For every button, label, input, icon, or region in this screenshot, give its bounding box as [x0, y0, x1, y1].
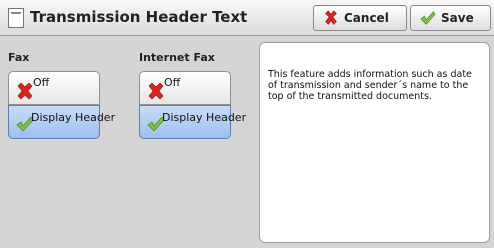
screen: Transmission Header Text Cancel Save Fax… [0, 0, 494, 248]
save-label: Save [441, 11, 474, 25]
internet-fax-off-button[interactable]: Off [139, 71, 231, 105]
page-title: Transmission Header Text [30, 8, 248, 26]
fax-off-label: Off [33, 76, 50, 89]
document-icon [8, 8, 24, 28]
fax-display-header-button[interactable]: Display Header [8, 105, 115, 139]
cancel-label: Cancel [344, 11, 389, 25]
x-icon [148, 82, 164, 100]
fax-group-label: Fax [8, 51, 30, 64]
internet-fax-display-header-button[interactable]: Display Header [139, 105, 246, 139]
internet-fax-off-label: Off [164, 76, 181, 89]
fax-off-button[interactable]: Off [8, 71, 100, 105]
info-panel: This feature adds information such as da… [259, 42, 490, 243]
check-icon [420, 11, 436, 25]
header-bar: Transmission Header Text Cancel Save [0, 0, 494, 36]
internet-fax-group-label: Internet Fax [139, 51, 215, 64]
save-button[interactable]: Save [410, 5, 491, 31]
fax-display-header-label: Display Header [31, 111, 116, 124]
info-text: This feature adds information such as da… [268, 69, 472, 102]
options-panel: Fax Off Display Header Internet Fax Off [0, 37, 252, 248]
x-icon [17, 82, 33, 100]
x-icon [325, 10, 337, 25]
cancel-button[interactable]: Cancel [313, 5, 407, 31]
internet-fax-display-header-label: Display Header [162, 111, 247, 124]
